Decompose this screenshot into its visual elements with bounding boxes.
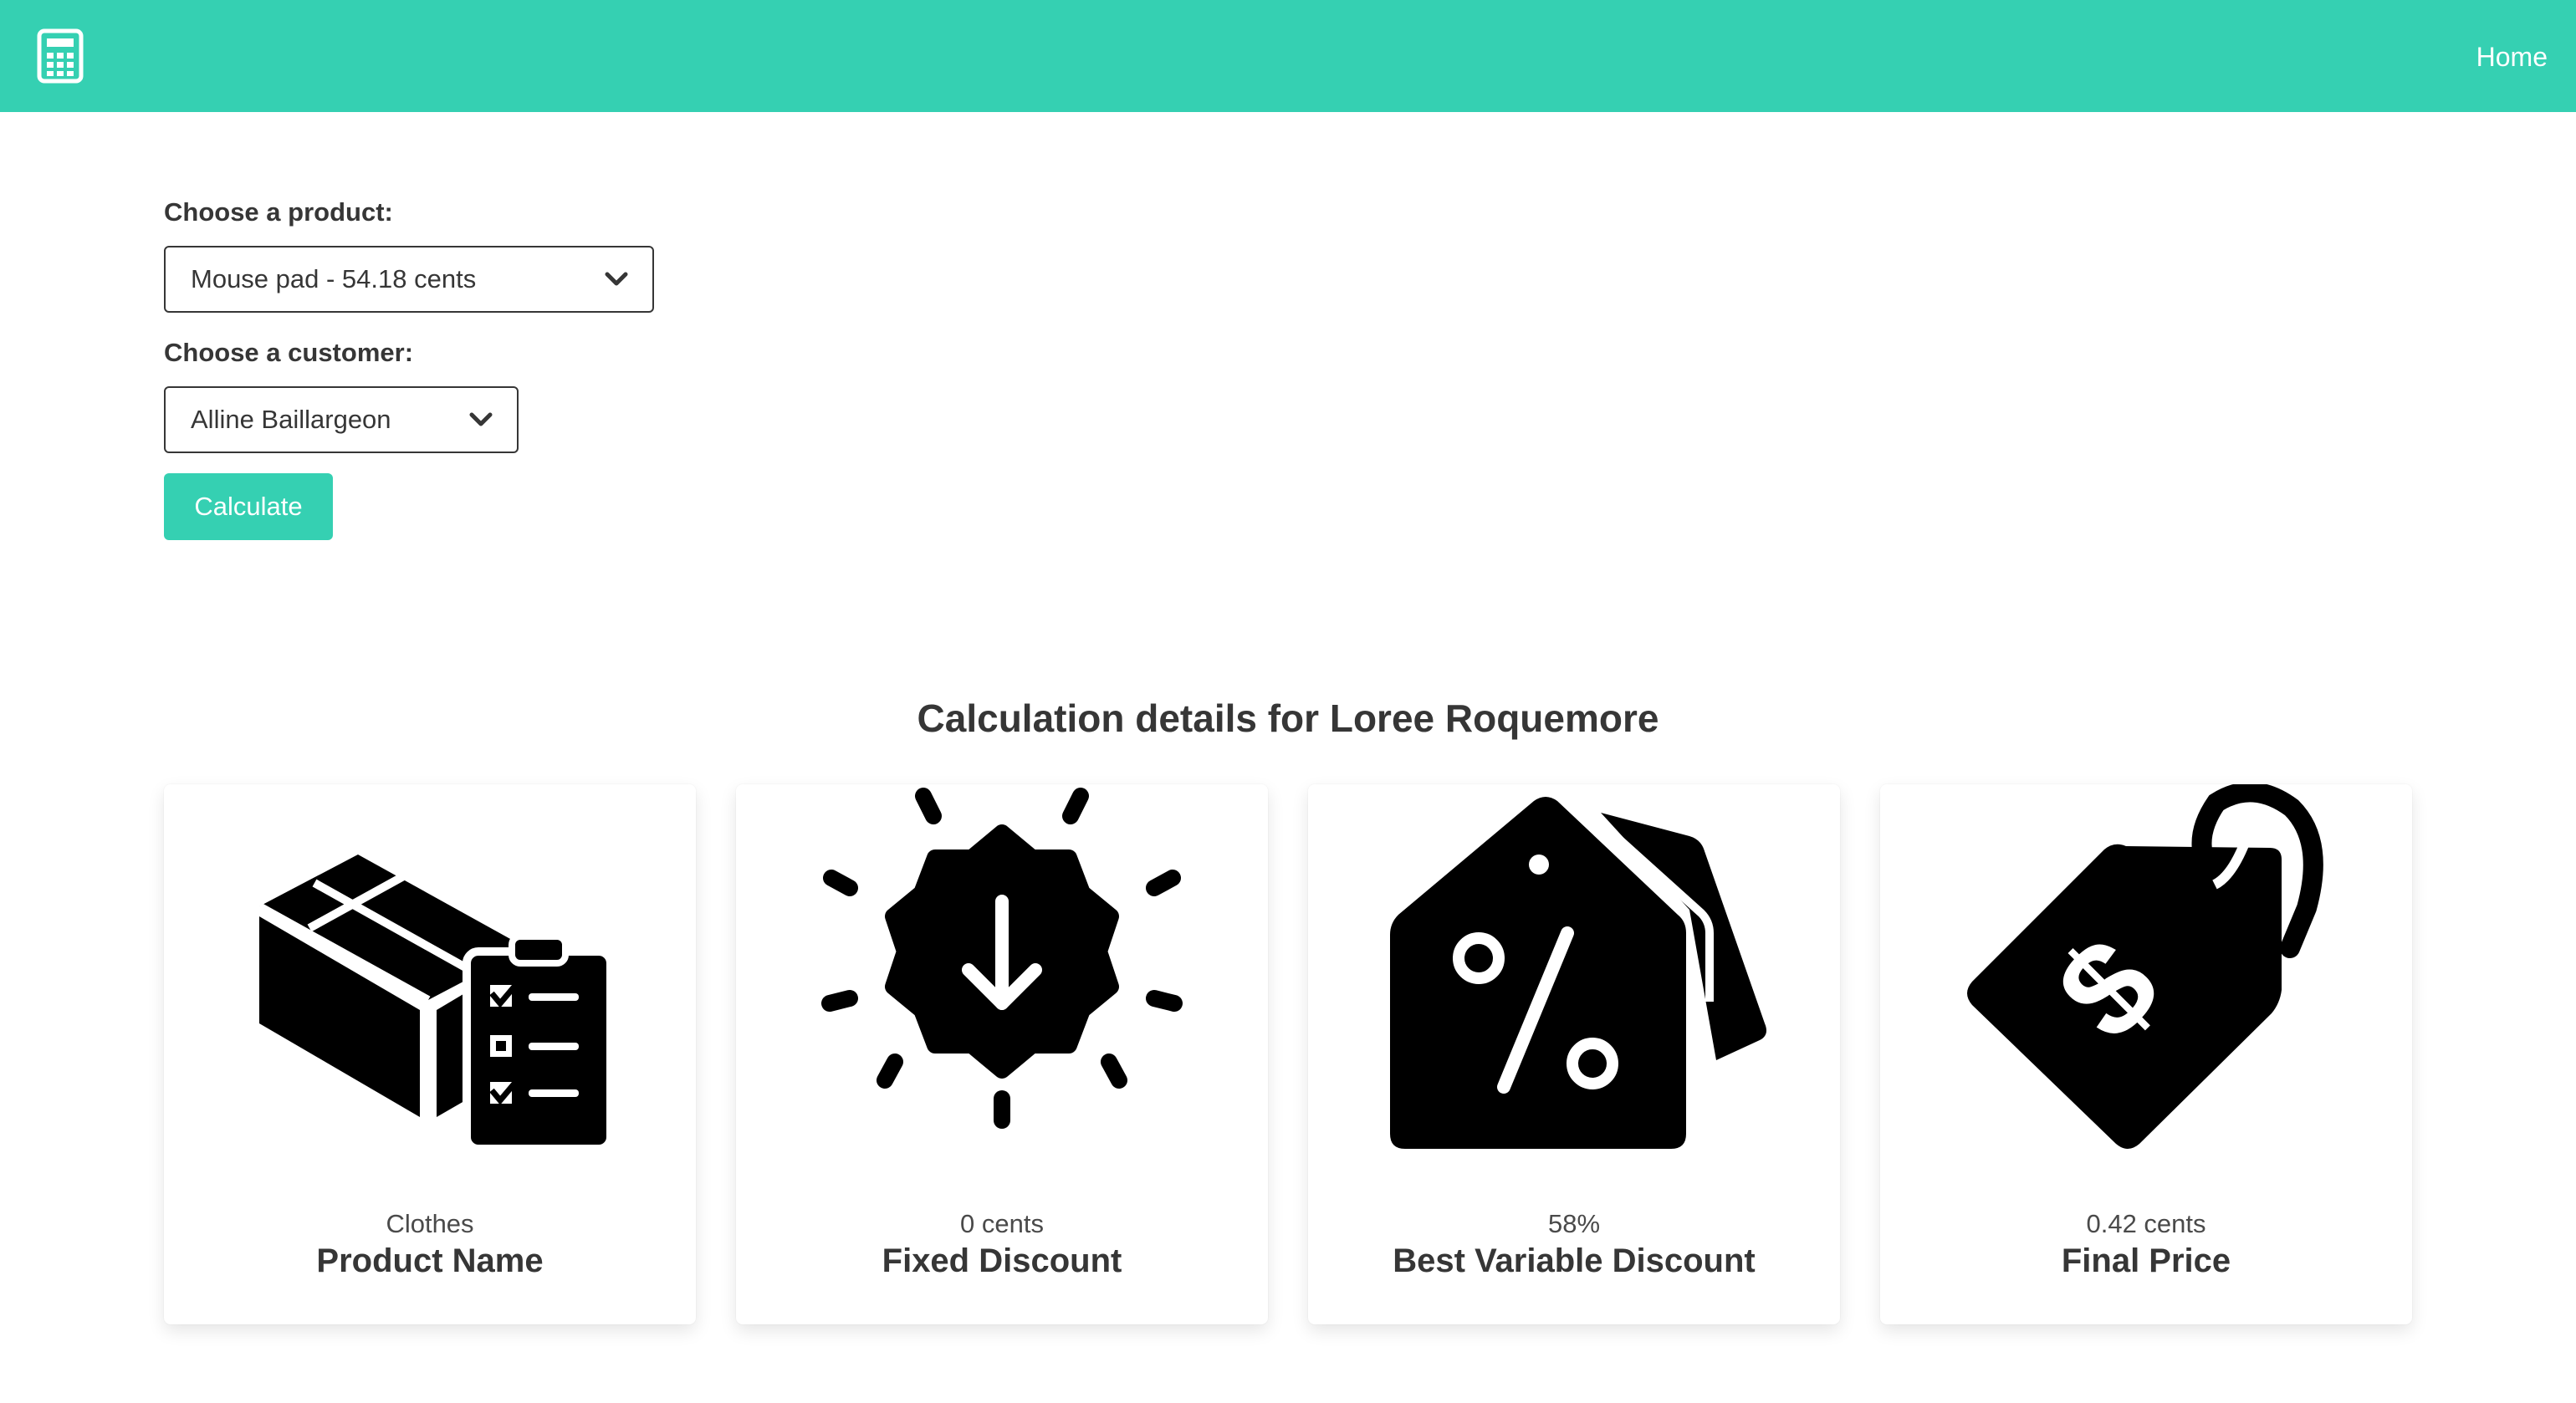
- results-title: Calculation details for Loree Roquemore: [917, 696, 1659, 740]
- product-label: Choose a product:: [164, 197, 393, 227]
- variable-discount-card: 58% Best Variable Discount: [1308, 784, 1840, 1324]
- home-link[interactable]: Home: [2476, 40, 2548, 74]
- chevron-down-icon: [605, 272, 628, 286]
- calculator-icon[interactable]: [37, 28, 84, 84]
- chevron-down-icon: [469, 412, 493, 426]
- product-box-checklist-icon: [257, 855, 615, 1153]
- product-name-card: Clothes Product Name: [164, 784, 696, 1324]
- product-select[interactable]: Mouse pad - 54.18 cents: [164, 246, 654, 313]
- customer-select-value: Alline Baillargeon: [191, 405, 391, 434]
- calculate-button[interactable]: Calculate: [164, 473, 333, 540]
- product-name-value: Clothes: [386, 1209, 474, 1238]
- variable-discount-caption: Best Variable Discount: [1393, 1242, 1756, 1279]
- customer-label: Choose a customer:: [164, 338, 414, 367]
- final-price-caption: Final Price: [2061, 1242, 2231, 1279]
- navbar: Home: [0, 0, 2576, 112]
- product-name-caption: Product Name: [316, 1242, 544, 1279]
- customer-select[interactable]: Alline Baillargeon: [164, 386, 519, 453]
- fixed-discount-value: 0 cents: [960, 1209, 1044, 1238]
- percent-tag-icon: [1390, 797, 1766, 1149]
- final-price-value: 0.42 cents: [2086, 1209, 2206, 1238]
- product-select-value: Mouse pad - 54.18 cents: [191, 264, 477, 293]
- fixed-discount-card: 0 cents Fixed Discount: [736, 784, 1268, 1324]
- final-price-card: $ 0.42 cents Final Price: [1880, 784, 2412, 1324]
- variable-discount-value: 58%: [1547, 1209, 1601, 1238]
- fixed-discount-caption: Fixed Discount: [882, 1242, 1122, 1279]
- discount-badge-arrow-icon: [821, 788, 1183, 1129]
- dollar-tag-icon: $: [1967, 784, 2323, 1149]
